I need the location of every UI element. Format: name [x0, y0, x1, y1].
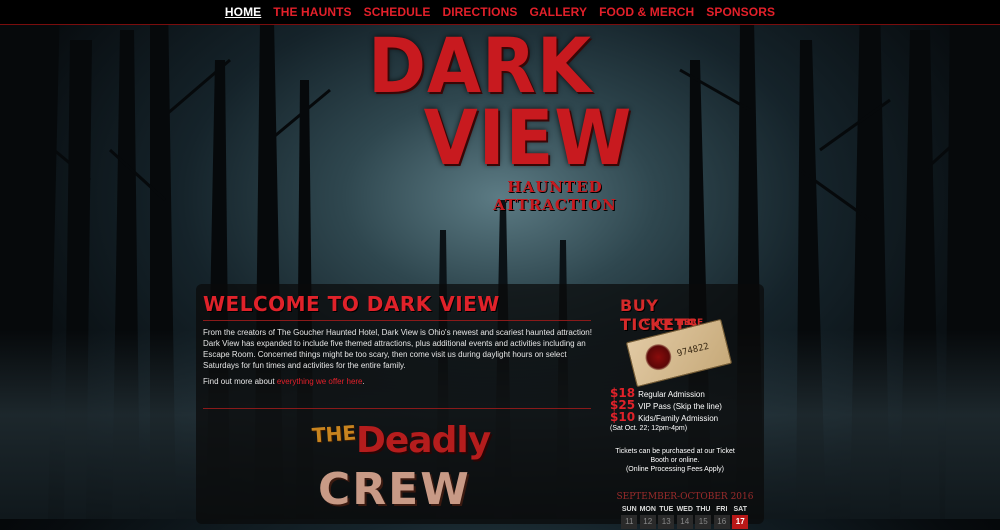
crew-the: THE	[311, 420, 357, 448]
calendar-day[interactable]: 15	[695, 515, 712, 529]
day-label: WED	[676, 506, 693, 513]
calendar-header: SUN MON TUE WED THU FRI SAT	[620, 506, 750, 513]
welcome-body: From the creators of The Goucher Haunted…	[203, 328, 592, 370]
purchase-info: Tickets can be purchased at our Ticket B…	[610, 447, 740, 474]
welcome-title: WELCOME TO DARK VIEW	[203, 292, 500, 316]
price-label: VIP Pass (Skip the line)	[638, 402, 722, 411]
nav-schedule[interactable]: SCHEDULE	[358, 5, 437, 19]
crew-deadly: Deadly	[356, 420, 491, 461]
find-more-suffix: .	[362, 377, 365, 386]
nav-gallery[interactable]: GALLERY	[523, 5, 593, 19]
nav-the-haunts[interactable]: THE HAUNTS	[267, 5, 357, 19]
welcome-section: WELCOME TO DARK VIEW From the creators o…	[203, 292, 593, 386]
logo-view: VIEW	[423, 93, 633, 182]
buy-tickets-button[interactable]: BUY TICKETS CLICK HERE 974822	[616, 292, 736, 388]
day-label: MON	[639, 506, 656, 513]
day-label: FRI	[716, 506, 728, 513]
purchase-line: Booth or online.	[650, 457, 700, 464]
purchase-line: Tickets can be purchased at our Ticket	[615, 448, 735, 455]
logo-tagline: HAUNTED ATTRACTION	[493, 178, 617, 214]
day-label: SUN	[621, 506, 637, 513]
calendar-title: SEPTEMBER-OCTOBER 2016	[616, 492, 754, 502]
kids-note: (Sat Oct. 22; 12pm-4pm)	[610, 425, 688, 432]
calendar-day[interactable]: 16	[713, 515, 730, 529]
nav-food-merch[interactable]: FOOD & MERCH	[593, 5, 700, 19]
find-more-text: Find out more about everything we offer …	[203, 377, 593, 386]
content-panel: WELCOME TO DARK VIEW From the creators o…	[196, 284, 764, 529]
calendar-day-selected[interactable]: 17	[732, 515, 749, 529]
price-label: Regular Admission	[638, 390, 705, 399]
nav-sponsors[interactable]: SPONSORS	[700, 5, 781, 19]
day-label: SAT	[733, 506, 747, 513]
calendar-day[interactable]: 12	[639, 515, 656, 529]
site-logo[interactable]: DARK VIEW HAUNTED ATTRACTION	[330, 28, 670, 215]
day-label: TUE	[659, 506, 674, 513]
price-label: Kids/Family Admission	[638, 414, 719, 423]
crew-word: CREW	[318, 464, 471, 515]
deadly-crew-banner[interactable]: THE Deadly CREW	[308, 420, 508, 530]
sidebar: BUY TICKETS CLICK HERE 974822 $18 Regular…	[610, 292, 758, 529]
price-kids: $10 Kids/Family Admission	[610, 410, 758, 424]
blood-splatter-icon	[642, 341, 675, 373]
ticket-number: 974822	[676, 341, 711, 360]
divider	[203, 320, 591, 321]
offer-link[interactable]: everything we offer here	[277, 377, 363, 386]
nav-directions[interactable]: DIRECTIONS	[436, 5, 523, 19]
purchase-line: (Online Processing Fees Apply)	[625, 466, 725, 473]
nav-home[interactable]: HOME	[219, 5, 267, 19]
calendar-day[interactable]: 14	[676, 515, 693, 529]
price-list: $18 Regular Admission $25 VIP Pass (Skip t…	[610, 387, 758, 433]
find-more-prefix: Find out more about	[203, 377, 277, 386]
divider	[203, 408, 591, 409]
calendar-day[interactable]: 13	[658, 515, 675, 529]
day-label: THU	[696, 506, 711, 513]
price-amount: $10	[610, 410, 636, 424]
main-nav: HOME THE HAUNTS SCHEDULE DIRECTIONS GALL…	[0, 0, 1000, 25]
calendar-week: 11 12 13 14 15 16 17	[620, 515, 750, 529]
calendar-day[interactable]: 11	[621, 515, 638, 529]
